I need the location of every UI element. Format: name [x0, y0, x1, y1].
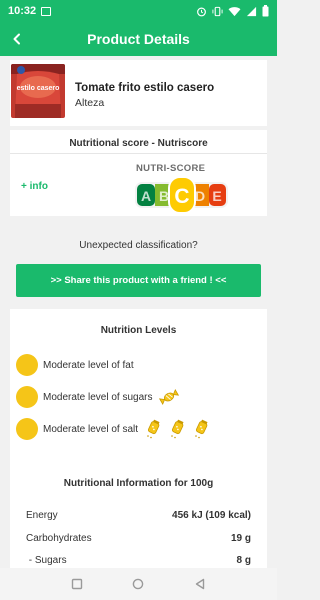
moderate-level-dot [16, 354, 38, 376]
level-text: Moderate level of fat [43, 359, 134, 371]
system-nav-bar [0, 568, 277, 600]
nutriscore-label: NUTRI-SCORE [136, 163, 206, 174]
nutrient-value: 8 g [236, 555, 251, 566]
recents-square-icon[interactable] [71, 578, 83, 590]
nutrient-label: Energy [26, 510, 58, 521]
nutrition-row-sugars: - Sugars 8 g [26, 555, 251, 568]
nutrition-info-header: Nutritional Information for 100g [63, 478, 214, 489]
product-image-text: estilo casero [17, 85, 60, 92]
app-bar: Product Details [0, 22, 277, 56]
battery-icon [262, 5, 269, 17]
nutrition-levels-card: Nutrition Levels Moderate level of fat M… [10, 309, 267, 568]
grade-b-letter: B [159, 188, 169, 204]
status-icons [196, 5, 269, 17]
product-name: Tomate frito estilo casero [75, 82, 215, 94]
level-row-salt: Moderate level of salt [16, 417, 210, 441]
status-time: 10:32 [8, 5, 37, 17]
level-row-fat: Moderate level of fat [16, 353, 134, 377]
more-info-link[interactable]: + info [21, 181, 48, 192]
candy-icon [158, 389, 179, 405]
nutriscore-card: Nutritional score - Nutriscore + info NU… [10, 130, 267, 216]
product-card[interactable]: estilo casero Tomate frito estilo casero… [10, 60, 267, 126]
home-circle-icon[interactable] [132, 578, 144, 590]
moderate-level-dot [16, 386, 38, 408]
nutriscore-badge[interactable]: A B C D E [134, 176, 229, 214]
level-row-sugars: Moderate level of sugars [16, 385, 179, 409]
grade-e-letter: E [212, 188, 221, 204]
nutrient-value: 456 kJ (109 kcal) [172, 510, 251, 521]
salt-shaker-icon [195, 419, 208, 439]
grade-c-letter: C [174, 185, 189, 208]
divider [10, 153, 267, 154]
nutrient-label: Carbohydrates [26, 533, 92, 544]
alarm-icon [197, 7, 206, 16]
grade-a-letter: A [141, 188, 151, 204]
nutrient-label: - Sugars [26, 555, 67, 566]
product-image[interactable]: estilo casero [11, 64, 65, 118]
unexpected-classification-link[interactable]: Unexpected classification? [0, 240, 277, 251]
level-text: Moderate level of salt [43, 423, 139, 435]
share-button[interactable]: >> Share this product with a friend ! << [16, 264, 261, 297]
content-scroll[interactable]: estilo casero Tomate frito estilo casero… [0, 56, 277, 568]
back-triangle-icon[interactable] [194, 578, 206, 590]
page-title: Product Details [87, 31, 190, 47]
nutrition-row-energy: Energy 456 kJ (109 kcal) [26, 510, 251, 524]
status-bar: 10:32 [0, 0, 277, 22]
nutrition-row-carbohydrates: Carbohydrates 19 g [26, 533, 251, 547]
image-notification-icon [41, 6, 52, 16]
level-text: Moderate level of sugars [43, 391, 153, 403]
vibrate-icon [212, 6, 223, 16]
wifi-icon [228, 6, 241, 16]
back-button[interactable] [0, 22, 34, 56]
moderate-level-dot [16, 418, 38, 440]
nutrient-value: 19 g [230, 533, 251, 544]
nutriscore-header: Nutritional score - Nutriscore [69, 138, 208, 149]
chevron-left-icon [13, 33, 20, 45]
nutrition-levels-header: Nutrition Levels [100, 325, 177, 336]
salt-shaker-icon [171, 419, 184, 439]
salt-shaker-icon [147, 419, 160, 439]
signal-icon [246, 6, 257, 16]
grade-d-letter: D [195, 188, 205, 204]
product-brand: Alteza [75, 97, 105, 109]
